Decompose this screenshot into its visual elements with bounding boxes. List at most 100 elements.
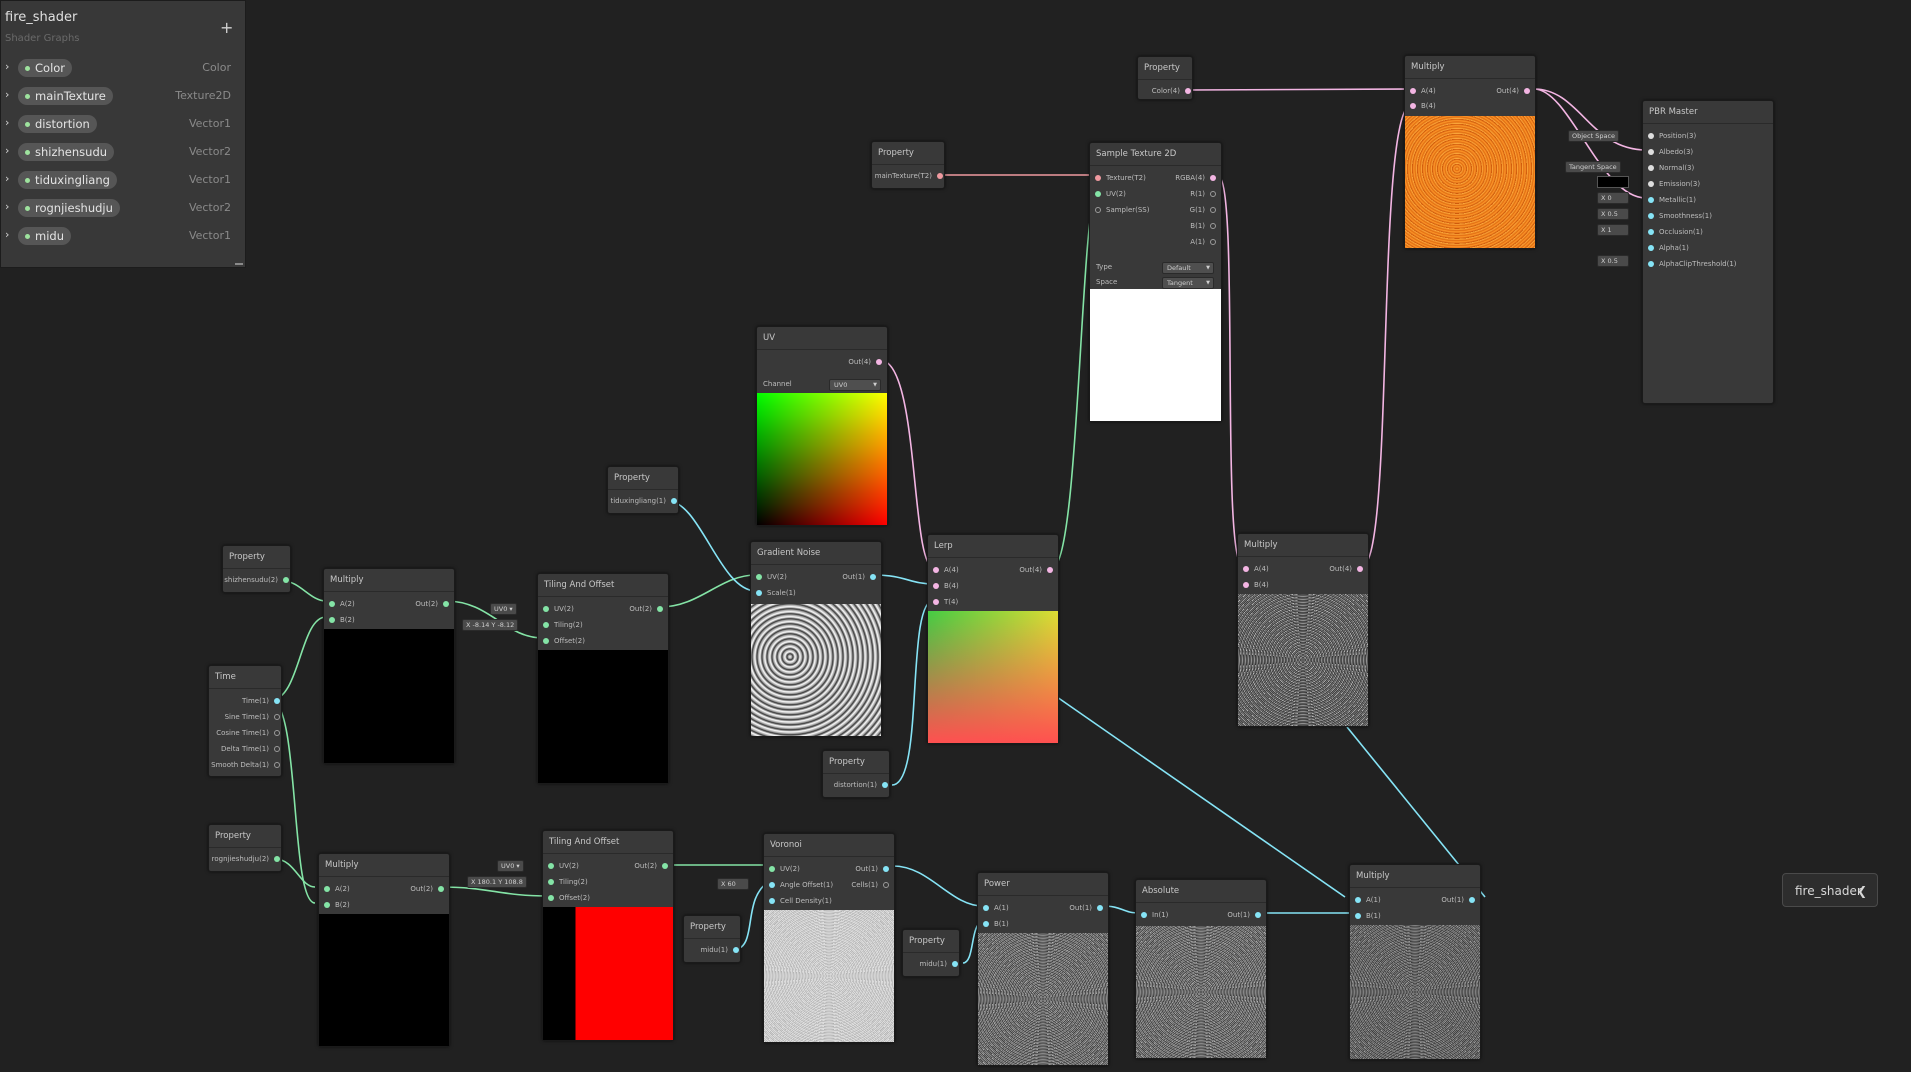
port-dot-icon[interactable] [1648, 133, 1654, 139]
port-dot-icon[interactable] [883, 882, 889, 888]
chevron-right-icon[interactable]: › [5, 228, 9, 241]
space-dropdown[interactable]: Tangent ▼ [1162, 277, 1214, 289]
port-dot-icon[interactable] [1141, 912, 1147, 918]
port-dot-icon[interactable] [662, 863, 668, 869]
output-port[interactable]: Color(4) [1152, 86, 1191, 96]
input-port-texture[interactable]: Texture(T2) [1095, 173, 1146, 183]
metallic-value-field[interactable]: X 0 [1597, 192, 1629, 204]
multiply-node[interactable]: Multiply A(2) B(2) Out(2) [318, 853, 450, 1047]
port-dot-icon[interactable] [274, 714, 280, 720]
input-port-tiling[interactable]: Tiling(2) [548, 877, 588, 887]
output-port[interactable]: Out(2) [410, 884, 444, 894]
port-dot-icon[interactable] [933, 567, 939, 573]
property-node-tiduxingliang[interactable]: Property tiduxingliang(1) [607, 466, 679, 514]
property-node-shizhensudu[interactable]: Property shizhensudu(2) [222, 545, 291, 593]
tiling-and-offset-node[interactable]: Tiling And Offset UV(2) Tiling(2) Offset… [537, 573, 669, 784]
port-dot-icon[interactable] [543, 622, 549, 628]
output-port[interactable]: Out(4) [1019, 565, 1053, 575]
input-port-a[interactable]: A(1) [1355, 895, 1381, 905]
blackboard-property-row[interactable]: › distortion Vector1 [1, 113, 245, 135]
output-port[interactable]: Out(1) [842, 572, 876, 582]
output-port[interactable]: Cosine Time(1) [216, 728, 280, 738]
property-pill[interactable]: mainTexture [18, 87, 113, 105]
property-pill[interactable]: shizhensudu [18, 143, 115, 161]
port-dot-icon[interactable] [1210, 175, 1216, 181]
blackboard-property-row[interactable]: › mainTexture Texture2D [1, 85, 245, 107]
port-dot-icon[interactable] [1355, 897, 1361, 903]
input-port-normal[interactable]: Normal(3) [1648, 163, 1694, 173]
port-dot-icon[interactable] [324, 886, 330, 892]
port-dot-icon[interactable] [1524, 88, 1530, 94]
input-port-uv[interactable]: UV(2) [548, 861, 579, 871]
port-dot-icon[interactable] [1210, 223, 1216, 229]
port-dot-icon[interactable] [1243, 582, 1249, 588]
port-dot-icon[interactable] [671, 498, 677, 504]
graph-canvas[interactable]: fire_shader Shader Graphs + › Color Color … [0, 0, 1911, 1072]
input-port-uv[interactable]: UV(2) [1095, 189, 1126, 199]
angle-offset-field[interactable]: X 60 [717, 878, 749, 890]
output-port-r[interactable]: R(1) [1190, 189, 1216, 199]
output-port[interactable]: shizhensudu(2) [224, 575, 289, 585]
channel-dropdown[interactable]: UV0 ▼ [829, 379, 881, 391]
input-port-angle-offset[interactable]: Angle Offset(1) [769, 880, 833, 890]
output-port[interactable]: Smooth Delta(1) [211, 760, 280, 770]
input-port-b[interactable]: B(1) [983, 919, 1009, 929]
property-pill[interactable]: midu [18, 227, 71, 245]
port-dot-icon[interactable] [933, 599, 939, 605]
property-pill[interactable]: Color [18, 59, 73, 77]
uv-channel-field[interactable]: UV0 ▾ [497, 860, 524, 872]
port-dot-icon[interactable] [1095, 207, 1101, 213]
smoothness-value-field[interactable]: X 0.5 [1597, 208, 1629, 220]
port-dot-icon[interactable] [1648, 245, 1654, 251]
port-dot-icon[interactable] [274, 856, 280, 862]
input-port-alphaclip[interactable]: AlphaClipThreshold(1) [1648, 259, 1737, 269]
port-dot-icon[interactable] [329, 601, 335, 607]
voronoi-node[interactable]: Voronoi UV(2) Angle Offset(1) Cell Densi… [763, 833, 895, 1043]
output-port-a[interactable]: A(1) [1190, 237, 1216, 247]
port-dot-icon[interactable] [329, 617, 335, 623]
port-dot-icon[interactable] [937, 173, 943, 179]
uv-node[interactable]: UV Out(4) Channel UV0 ▼ [756, 326, 888, 526]
port-dot-icon[interactable] [274, 698, 280, 704]
output-port[interactable]: Out(1) [1441, 895, 1475, 905]
property-node-maintexture[interactable]: Property mainTexture(T2) [871, 141, 945, 189]
port-dot-icon[interactable] [438, 886, 444, 892]
input-port-cell-density[interactable]: Cell Density(1) [769, 896, 832, 906]
port-dot-icon[interactable] [769, 866, 775, 872]
blackboard-property-row[interactable]: › Color Color [1, 57, 245, 79]
multiply-node[interactable]: Multiply A(4) B(4) Out(4) [1237, 533, 1369, 727]
output-port-cells[interactable]: Cells(1) [851, 880, 889, 890]
output-port[interactable]: Out(2) [415, 599, 449, 609]
resize-handle[interactable] [235, 263, 243, 265]
property-node-distortion[interactable]: Property distortion(1) [822, 750, 890, 798]
position-space-field[interactable]: Object Space [1568, 130, 1620, 142]
port-dot-icon[interactable] [882, 782, 888, 788]
port-dot-icon[interactable] [1648, 149, 1654, 155]
graph-name-button[interactable]: fire_shader ❮ [1782, 873, 1878, 907]
property-node-color[interactable]: Property Color(4) [1137, 56, 1193, 100]
output-port-g[interactable]: G(1) [1190, 205, 1216, 215]
port-dot-icon[interactable] [1210, 191, 1216, 197]
property-pill[interactable]: tiduxingliang [18, 171, 117, 189]
output-port[interactable]: midu(1) [919, 959, 958, 969]
port-dot-icon[interactable] [983, 905, 989, 911]
property-node-rognjieshudju[interactable]: Property rognjieshudju(2) [208, 824, 282, 872]
port-dot-icon[interactable] [274, 762, 280, 768]
tiling-vector-field[interactable]: X -8.14 Y -8.12 [462, 619, 519, 631]
output-port[interactable]: Out(2) [634, 861, 668, 871]
port-dot-icon[interactable] [883, 866, 889, 872]
input-port-uv[interactable]: UV(2) [756, 572, 787, 582]
input-port-tiling[interactable]: Tiling(2) [543, 620, 583, 630]
property-node-midu[interactable]: Property midu(1) [902, 929, 960, 977]
output-port[interactable]: Out(4) [1496, 86, 1530, 96]
input-port-smoothness[interactable]: Smoothness(1) [1648, 211, 1712, 221]
output-port[interactable]: rognjieshudju(2) [212, 854, 280, 864]
port-dot-icon[interactable] [1410, 103, 1416, 109]
port-dot-icon[interactable] [1210, 239, 1216, 245]
port-dot-icon[interactable] [657, 606, 663, 612]
port-dot-icon[interactable] [1648, 165, 1654, 171]
property-pill[interactable]: rognjieshudju [18, 199, 120, 217]
input-port-a[interactable]: A(4) [933, 565, 959, 575]
add-property-button[interactable]: + [220, 18, 233, 37]
sample-texture-2d-node[interactable]: Sample Texture 2D Texture(T2) UV(2) Samp… [1089, 142, 1222, 422]
